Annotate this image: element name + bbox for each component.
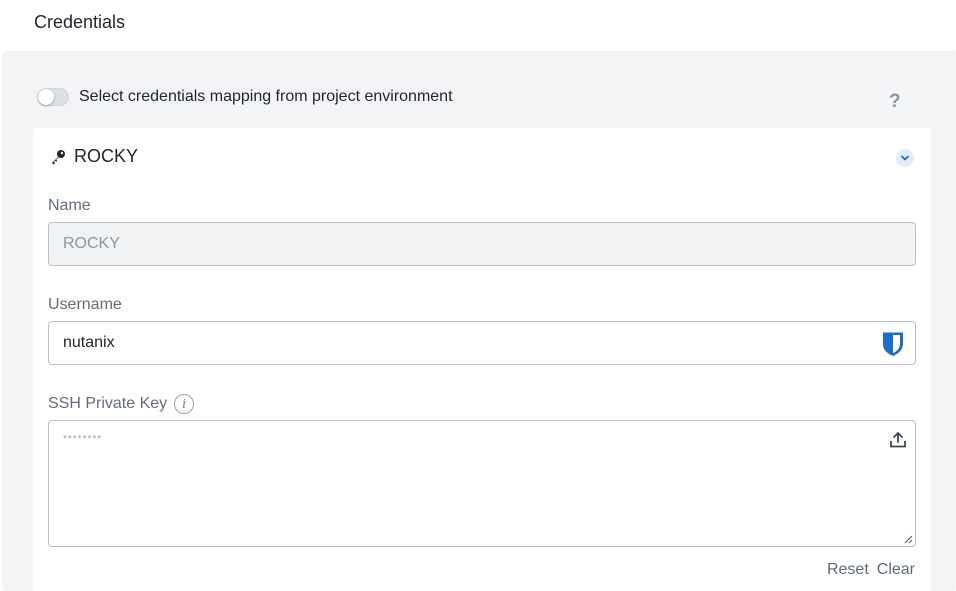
- name-field[interactable]: ROCKY: [48, 222, 916, 266]
- key-actions: Reset Clear: [827, 561, 915, 579]
- username-label: Username: [48, 296, 122, 313]
- ssh-key-label-row: SSH Private Key i: [48, 394, 195, 414]
- ssh-key-label: SSH Private Key: [48, 395, 168, 413]
- toggle-knob: [38, 89, 54, 105]
- username-field[interactable]: nutanix: [48, 321, 916, 365]
- mapping-toggle-row: Select credentials mapping from project …: [37, 88, 453, 106]
- chevron-down-icon: [901, 155, 909, 161]
- username-value: nutanix: [63, 334, 115, 351]
- info-icon[interactable]: i: [174, 394, 195, 414]
- ssh-key-placeholder: ********: [63, 434, 103, 445]
- mapping-toggle-label: Select credentials mapping from project …: [79, 88, 453, 105]
- reset-button[interactable]: Reset: [827, 561, 869, 579]
- ssh-key-textarea[interactable]: ********: [48, 420, 916, 547]
- credential-header[interactable]: ROCKY: [50, 146, 138, 167]
- resize-grip-icon[interactable]: [903, 534, 913, 544]
- mapping-toggle[interactable]: [37, 88, 69, 106]
- help-icon[interactable]: ?: [889, 91, 901, 113]
- key-icon: [52, 149, 65, 164]
- page-title: Credentials: [34, 12, 126, 32]
- collapse-button[interactable]: [896, 149, 914, 167]
- credential-name: ROCKY: [74, 146, 139, 166]
- password-manager-shield-icon[interactable]: [880, 331, 906, 357]
- clear-button[interactable]: Clear: [877, 561, 915, 579]
- name-label: Name: [48, 197, 91, 214]
- upload-icon[interactable]: [889, 431, 907, 449]
